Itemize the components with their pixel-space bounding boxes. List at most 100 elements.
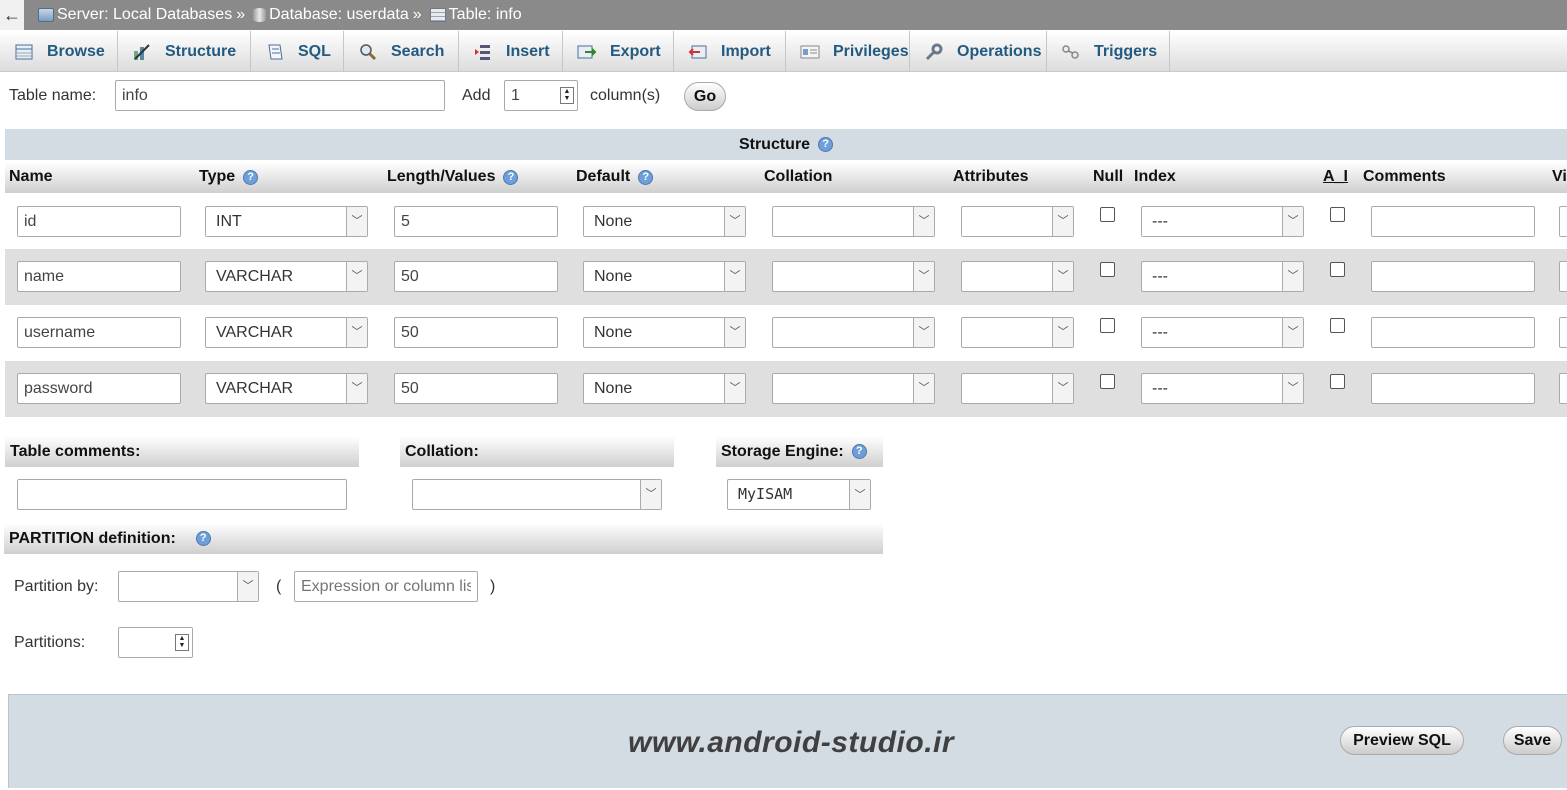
column-type-select[interactable]: VARCHAR ﹀ <box>205 261 368 292</box>
column-index-select[interactable]: --- ﹀ <box>1141 261 1304 292</box>
breadcrumb-database-label[interactable]: Database: userdata <box>269 6 409 24</box>
table-row: id INT ﹀ 5 None ﹀ ﹀ ﹀ --- ﹀ <box>5 193 1567 249</box>
column-attributes-select[interactable]: ﹀ <box>961 373 1074 404</box>
header-index: Index <box>1134 168 1176 185</box>
column-attributes-select[interactable]: ﹀ <box>961 261 1074 292</box>
add-columns-input[interactable]: 1 ▲ ▼ <box>504 80 578 111</box>
tab-insert[interactable]: Insert <box>459 31 563 72</box>
add-label: Add <box>462 87 491 104</box>
help-icon[interactable]: ? <box>851 444 867 459</box>
auto-increment-checkbox[interactable] <box>1330 207 1345 222</box>
null-checkbox[interactable] <box>1100 374 1115 389</box>
header-attributes: Attributes <box>953 168 1029 185</box>
breadcrumb-database[interactable]: Database: userdata <box>253 6 409 24</box>
breadcrumb-server-label[interactable]: Server: Local Databases <box>57 6 232 24</box>
column-length-input[interactable]: 50 <box>394 261 558 292</box>
help-icon[interactable]: ? <box>243 169 259 185</box>
column-default-select[interactable]: None ﹀ <box>583 261 746 292</box>
stepper-arrows-icon[interactable]: ▲ ▼ <box>175 634 189 651</box>
tab-triggers[interactable]: Triggers <box>1047 31 1170 72</box>
go-button[interactable]: Go <box>684 82 726 111</box>
column-virtuality-select[interactable] <box>1559 317 1567 348</box>
tab-operations[interactable]: Operations <box>910 31 1047 72</box>
null-checkbox[interactable] <box>1100 207 1115 222</box>
column-default-value: None <box>594 324 633 341</box>
column-type-value: INT <box>216 213 242 230</box>
chevron-down-icon: ﹀ <box>1052 262 1073 291</box>
tab-bar: Browse Structure SQL Search Insert Expor… <box>0 31 1567 72</box>
column-length-input[interactable]: 50 <box>394 317 558 348</box>
save-button[interactable]: Save <box>1503 726 1562 755</box>
column-virtuality-select[interactable] <box>1559 261 1567 292</box>
column-index-select[interactable]: --- ﹀ <box>1141 373 1304 404</box>
column-attributes-select[interactable]: ﹀ <box>961 206 1074 237</box>
preview-sql-button[interactable]: Preview SQL <box>1340 726 1464 755</box>
table-collation-select[interactable]: ﹀ <box>412 479 662 510</box>
tab-sql[interactable]: SQL <box>251 31 344 72</box>
column-attributes-select[interactable]: ﹀ <box>961 317 1074 348</box>
column-collation-select[interactable]: ﹀ <box>772 261 935 292</box>
tab-export[interactable]: Export <box>563 31 674 72</box>
partitions-input[interactable]: ▲ ▼ <box>118 627 193 658</box>
chevron-down-icon: ﹀ <box>724 374 745 403</box>
column-default-select[interactable]: None ﹀ <box>583 373 746 404</box>
help-icon[interactable]: ? <box>503 169 519 185</box>
column-virtuality-select[interactable] <box>1559 206 1567 237</box>
column-index-value: --- <box>1152 324 1168 341</box>
column-name-input[interactable]: id <box>17 206 181 237</box>
storage-engine-heading: Storage Engine: ? <box>716 436 883 467</box>
tab-search[interactable]: Search <box>344 31 459 72</box>
column-comments-input[interactable] <box>1371 373 1535 404</box>
column-type-select[interactable]: INT ﹀ <box>205 206 368 237</box>
column-type-select[interactable]: VARCHAR ﹀ <box>205 373 368 404</box>
partition-by-select[interactable]: ﹀ <box>118 571 259 602</box>
chevron-down-icon: ﹀ <box>913 318 934 347</box>
auto-increment-checkbox[interactable] <box>1330 262 1345 277</box>
column-index-select[interactable]: --- ﹀ <box>1141 317 1304 348</box>
auto-increment-checkbox[interactable] <box>1330 374 1345 389</box>
help-icon[interactable]: ? <box>818 137 834 152</box>
column-length-input[interactable]: 50 <box>394 373 558 404</box>
null-checkbox[interactable] <box>1100 318 1115 333</box>
help-icon[interactable]: ? <box>195 531 211 546</box>
breadcrumb-server[interactable]: Server: Local Databases <box>38 6 232 24</box>
column-default-select[interactable]: None ﹀ <box>583 317 746 348</box>
header-comments: Comments <box>1363 168 1446 185</box>
chevron-down-icon: ﹀ <box>1052 318 1073 347</box>
tab-privileges[interactable]: Privileges <box>786 31 910 72</box>
table-name-input[interactable]: info <box>115 80 445 111</box>
browse-icon <box>14 43 34 61</box>
column-virtuality-select[interactable] <box>1559 373 1567 404</box>
help-icon[interactable]: ? <box>638 169 654 185</box>
column-name-input[interactable]: name <box>17 261 181 292</box>
table-comments-input[interactable] <box>17 479 347 510</box>
tab-structure[interactable]: Structure <box>118 31 251 72</box>
column-name-input[interactable]: password <box>17 373 181 404</box>
column-collation-select[interactable]: ﹀ <box>772 317 935 348</box>
header-length-label: Length/Values <box>387 168 496 185</box>
header-type-label: Type <box>199 168 236 185</box>
null-checkbox[interactable] <box>1100 262 1115 277</box>
storage-engine-select[interactable]: MyISAM ﹀ <box>727 479 871 510</box>
auto-increment-checkbox[interactable] <box>1330 318 1345 333</box>
column-comments-input[interactable] <box>1371 206 1535 237</box>
breadcrumb-table[interactable]: Table: info <box>429 6 522 24</box>
tab-import[interactable]: Import <box>674 31 786 72</box>
back-button[interactable]: ← <box>0 0 24 30</box>
tab-operations-label: Operations <box>957 42 1042 60</box>
column-default-select[interactable]: None ﹀ <box>583 206 746 237</box>
column-collation-select[interactable]: ﹀ <box>772 373 935 404</box>
export-icon <box>577 43 597 61</box>
tab-browse[interactable]: Browse <box>0 31 118 72</box>
column-length-input[interactable]: 5 <box>394 206 558 237</box>
column-collation-select[interactable]: ﹀ <box>772 206 935 237</box>
column-comments-input[interactable] <box>1371 261 1535 292</box>
column-name-input[interactable]: username <box>17 317 181 348</box>
triggers-icon <box>1061 43 1081 61</box>
partition-expression-input[interactable] <box>294 571 478 602</box>
stepper-arrows-icon[interactable]: ▲ ▼ <box>560 87 574 104</box>
column-comments-input[interactable] <box>1371 317 1535 348</box>
breadcrumb-table-label[interactable]: Table: info <box>449 6 522 24</box>
column-index-select[interactable]: --- ﹀ <box>1141 206 1304 237</box>
column-type-select[interactable]: VARCHAR ﹀ <box>205 317 368 348</box>
